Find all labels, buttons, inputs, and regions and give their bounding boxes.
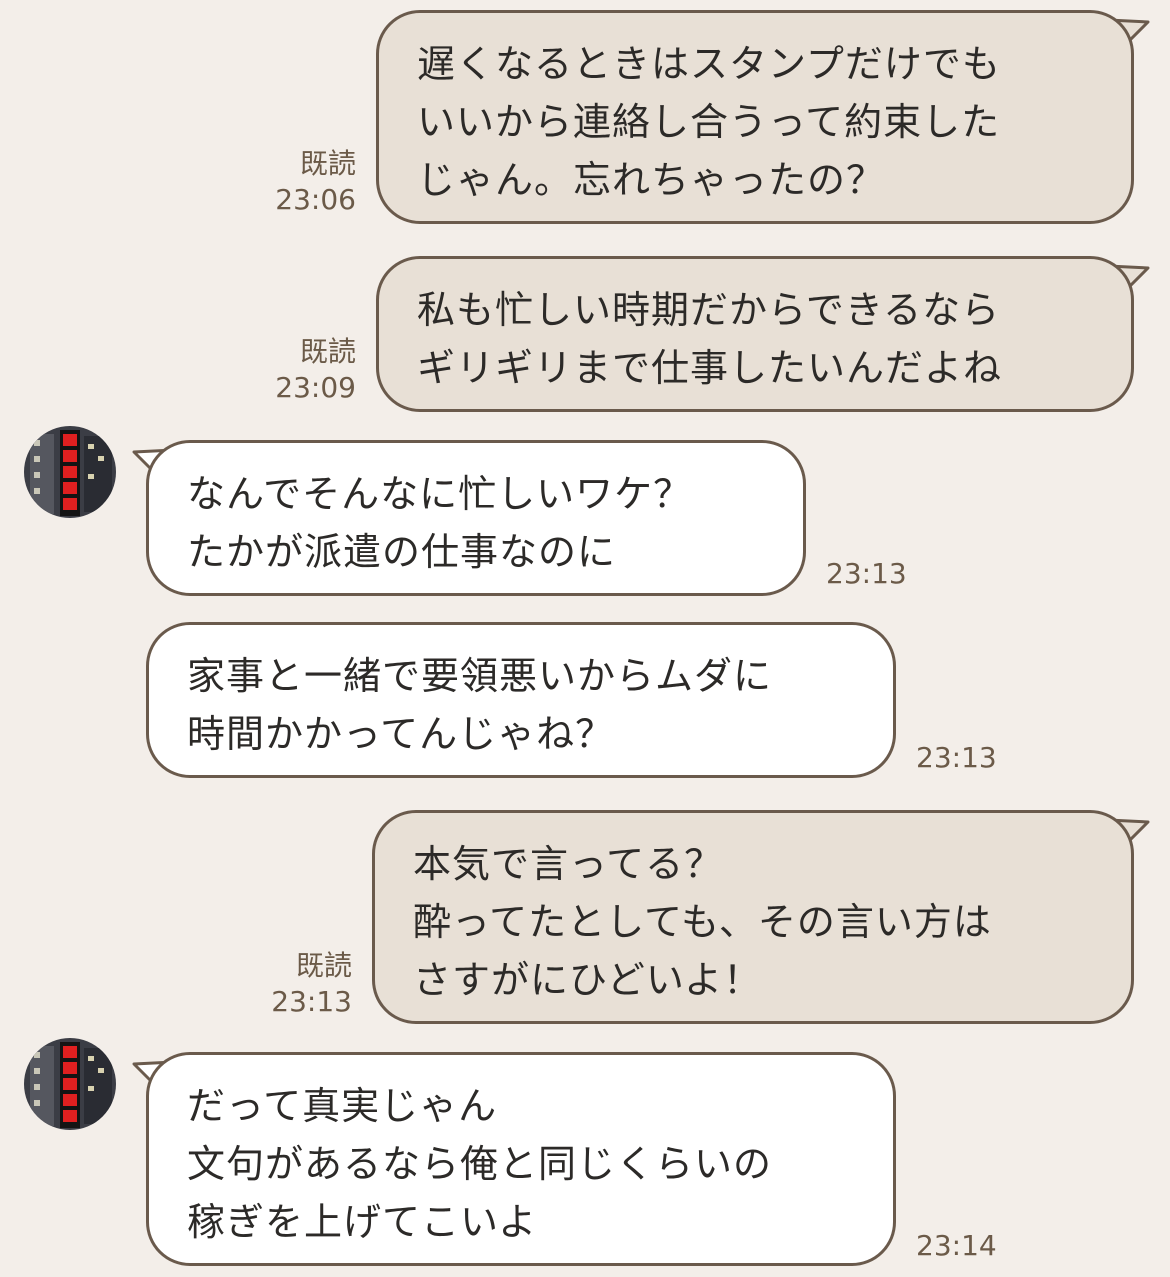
building-sign-icon	[24, 1038, 116, 1130]
message-line: さすがにひどいよ！	[413, 958, 763, 1002]
message-bubble-received[interactable]: 家事と一緒で要領悪いからムダに 時間かかってんじゃね？	[146, 622, 896, 778]
message-line: なんでそんなに忙しいワケ？	[187, 472, 693, 516]
chat-log: 遅くなるときはスタンプだけでも いいから連絡し合うって約束した じゃん。忘れちゃ…	[0, 0, 1170, 1277]
message-line: 家事と一緒で要領悪いからムダに	[187, 654, 773, 698]
message-line: 遅くなるときはスタンプだけでも	[417, 42, 1001, 86]
message-meta: 既読 23:13	[246, 948, 352, 1020]
message-line: ギリギリまで仕事したいんだよね	[417, 346, 1003, 390]
message-bubble-received[interactable]: だって真実じゃん 文句があるなら俺と同じくらいの 稼ぎを上げてこいよ	[146, 1052, 896, 1266]
read-receipt: 既読	[295, 949, 352, 982]
message-meta: 23:13	[826, 556, 926, 592]
message-time: 23:13	[826, 557, 907, 590]
message-time: 23:09	[275, 371, 356, 404]
message-line: 時間かかってんじゃね？	[187, 712, 615, 756]
message-time: 23:13	[916, 741, 997, 774]
message-bubble-received[interactable]: なんでそんなに忙しいワケ？ たかが派遣の仕事なのに	[146, 440, 806, 596]
message-bubble-sent[interactable]: 遅くなるときはスタンプだけでも いいから連絡し合うって約束した じゃん。忘れちゃ…	[376, 10, 1134, 224]
message-line: たかが派遣の仕事なのに	[187, 530, 617, 574]
message-line: 私も忙しい時期だからできるなら	[417, 288, 1001, 332]
avatar-icon[interactable]	[24, 1038, 116, 1130]
message-meta: 既読 23:09	[250, 334, 356, 406]
message-time: 23:14	[916, 1229, 997, 1262]
message-line: いいから連絡し合うって約束した	[417, 100, 1001, 144]
message-bubble-sent[interactable]: 私も忙しい時期だからできるなら ギリギリまで仕事したいんだよね	[376, 256, 1134, 412]
message-meta: 23:14	[916, 1228, 1016, 1264]
read-receipt: 既読	[299, 335, 356, 368]
message-meta: 23:13	[916, 740, 1016, 776]
read-receipt: 既読	[299, 147, 356, 180]
building-sign-icon	[24, 426, 116, 518]
message-meta: 既読 23:06	[250, 146, 356, 218]
message-line: 本気で言ってる？	[413, 842, 724, 886]
avatar-icon[interactable]	[24, 426, 116, 518]
message-line: 文句があるなら俺と同じくらいの	[187, 1142, 773, 1186]
message-line: じゃん。忘れちゃったの？	[417, 158, 886, 202]
message-time: 23:13	[271, 985, 352, 1018]
message-bubble-sent[interactable]: 本気で言ってる？ 酔ってたとしても、その言い方は さすがにひどいよ！	[372, 810, 1134, 1024]
message-line: だって真実じゃん	[187, 1084, 498, 1128]
message-time: 23:06	[275, 183, 356, 216]
message-line: 稼ぎを上げてこいよ	[187, 1200, 538, 1244]
message-line: 酔ってたとしても、その言い方は	[413, 900, 992, 944]
